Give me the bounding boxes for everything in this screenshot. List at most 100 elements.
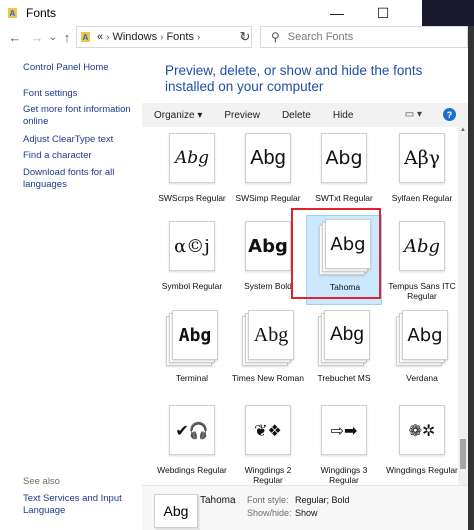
refresh-button[interactable]: ↻ (236, 26, 254, 48)
font-name-label: Tempus Sans ITC Regular (388, 281, 456, 301)
font-tile-tempus-sans-itc-regular[interactable]: Abg Tempus Sans ITC Regular (384, 215, 458, 305)
fonts-window: A Fonts — ☐ ✕ ← → ⌄ ↑ A « › Windows › Fo… (0, 0, 474, 530)
details-pane: Abg Tahoma Font style: Regular; Bold Sho… (142, 485, 468, 530)
font-file-icon: ❦❖ (242, 402, 294, 460)
breadcrumb-windows[interactable]: Windows (112, 31, 157, 43)
background-desktop-edge (422, 0, 474, 26)
hide-button[interactable]: Hide (333, 110, 354, 121)
show-hide-value: Show (295, 508, 318, 518)
font-name-label: Wingdings 2 Regular (244, 465, 292, 485)
selected-font-thumbnail: Abg (154, 494, 198, 528)
preview-button[interactable]: Preview (224, 110, 260, 121)
search-input[interactable]: ⚲ Search Fonts (260, 26, 468, 48)
font-sample-text: Abg (174, 148, 210, 168)
font-name-label: Trebuchet MS (317, 373, 371, 383)
font-tile-verdana[interactable]: Abg Verdana (384, 307, 458, 397)
font-tile-symbol-regular[interactable]: α©ϳ Symbol Regular (154, 215, 230, 305)
font-preview-sheet: ⇨➡ (321, 405, 367, 455)
font-preview-sheet: Abg (172, 310, 218, 360)
breadcrumb-fonts[interactable]: Fonts (166, 31, 194, 43)
font-sample-text: Αβγ (403, 147, 441, 169)
text-services-link[interactable]: Text Services and Input Language (23, 493, 138, 516)
font-sample-text: ⇨➡ (330, 420, 358, 440)
font-name-label: Sylfaen Regular (391, 193, 453, 203)
address-field[interactable]: A « › Windows › Fonts › ⌄ (76, 26, 252, 48)
font-tile-swtxt-regular[interactable]: Abg SWTxt Regular (306, 127, 382, 217)
font-tile-wingdings-2-regular[interactable]: ❦❖ Wingdings 2 Regular (230, 399, 306, 485)
font-preview-sheet: α©ϳ (169, 221, 215, 271)
font-family-stack-icon: Abg (318, 310, 370, 368)
font-sample-text: Abg (407, 324, 443, 346)
page-title: Preview, delete, or show and hide the fo… (165, 63, 423, 94)
font-preview-sheet: Αβγ (399, 133, 445, 183)
command-bar: Organize ▾ Preview Delete Hide ▭ ▾ ? (142, 103, 468, 127)
font-file-icon: α©ϳ (166, 218, 218, 276)
fonts-app-icon: A (8, 8, 17, 18)
title-bar: A Fonts — ☐ ✕ (0, 0, 474, 26)
font-settings-link[interactable]: Font settings (23, 88, 138, 100)
font-tile-sylfaen-regular[interactable]: Αβγ Sylfaen Regular (384, 127, 458, 217)
font-tile-trebuchet-ms[interactable]: Abg Trebuchet MS (306, 307, 382, 397)
find-character-link[interactable]: Find a character (23, 150, 138, 162)
font-name-label: Terminal (175, 373, 209, 383)
minimize-button[interactable]: — (314, 0, 360, 26)
scroll-up-icon[interactable]: ▲ (458, 127, 468, 137)
font-tile-wingdings-regular[interactable]: ❁✲ Wingdings Regular (384, 399, 458, 485)
see-also-label: See also (23, 476, 60, 487)
font-family-stack-icon: Abg (166, 310, 218, 368)
up-button[interactable]: ↑ (58, 27, 76, 47)
font-name-label: Wingdings 3 Regular (320, 465, 368, 485)
font-style-value: Regular; Bold (295, 495, 350, 505)
font-preview-sheet: Abg (169, 133, 215, 183)
font-style-label: Font style: (247, 495, 289, 505)
delete-button[interactable]: Delete (282, 110, 311, 121)
help-button[interactable]: ? (443, 108, 456, 121)
font-tile-swscrps-regular[interactable]: Abg SWScrps Regular (154, 127, 230, 217)
background-desktop-edge-right (468, 26, 474, 530)
font-sample-text: Abg (178, 324, 212, 346)
selected-font-name: Tahoma (200, 495, 236, 506)
show-hide-label: Show/hide: (247, 508, 292, 518)
maximize-button[interactable]: ☐ (360, 0, 406, 26)
font-tile-wingdings-3-regular[interactable]: ⇨➡ Wingdings 3 Regular (306, 399, 382, 485)
font-file-icon: Abg (318, 130, 370, 188)
font-file-icon: Abg (242, 218, 294, 276)
font-tile-swsimp-regular[interactable]: Abg SWSimp Regular (230, 127, 306, 217)
control-panel-home-link[interactable]: Control Panel Home (23, 62, 138, 74)
vertical-scrollbar[interactable]: ▲ (458, 127, 468, 485)
breadcrumb-separator: › (106, 31, 110, 43)
font-tile-webdings-regular[interactable]: ✔🎧 Webdings Regular (154, 399, 230, 485)
scrollbar-thumb[interactable] (460, 439, 466, 469)
font-sample-text: Abg (248, 235, 288, 257)
more-font-info-link[interactable]: Get more font information online (23, 104, 138, 127)
font-sample-text: Abg (250, 146, 286, 169)
font-tile-times-new-roman[interactable]: Abg Times New Roman (230, 307, 306, 397)
highlight-box (291, 208, 381, 299)
font-preview-sheet: Abg (402, 310, 448, 360)
font-sample-text: ❁✲ (408, 420, 436, 440)
font-sample-text: ❦❖ (254, 420, 282, 440)
font-file-icon: Αβγ (396, 130, 448, 188)
font-preview-sheet: Abg (245, 221, 291, 271)
back-button[interactable]: ← (6, 27, 24, 47)
address-overflow[interactable]: « (97, 31, 103, 43)
adjust-cleartype-link[interactable]: Adjust ClearType text (23, 134, 138, 146)
download-fonts-link[interactable]: Download fonts for all languages (23, 167, 138, 190)
font-name-label: SWTxt Regular (315, 193, 373, 203)
font-preview-sheet: ❦❖ (245, 405, 291, 455)
font-family-stack-icon: Abg (396, 310, 448, 368)
organize-button[interactable]: Organize ▾ (154, 110, 202, 121)
font-preview-sheet: ✔🎧 (169, 405, 215, 455)
font-file-icon: ❁✲ (396, 402, 448, 460)
window-title: Fonts (26, 6, 57, 20)
font-name-label: Symbol Regular (161, 281, 223, 291)
svg-text:A: A (83, 33, 89, 42)
font-name-label: Times New Roman (232, 373, 304, 383)
view-options-icon[interactable]: ▭ ▾ (405, 109, 422, 120)
font-sample-text: Abg (330, 324, 364, 345)
breadcrumb-separator: › (160, 31, 164, 43)
font-sample-text: Abg (325, 147, 363, 169)
font-name-label: Webdings Regular (157, 465, 227, 475)
font-tile-terminal[interactable]: Abg Terminal (154, 307, 230, 397)
font-sample-text: Abg (403, 235, 441, 257)
